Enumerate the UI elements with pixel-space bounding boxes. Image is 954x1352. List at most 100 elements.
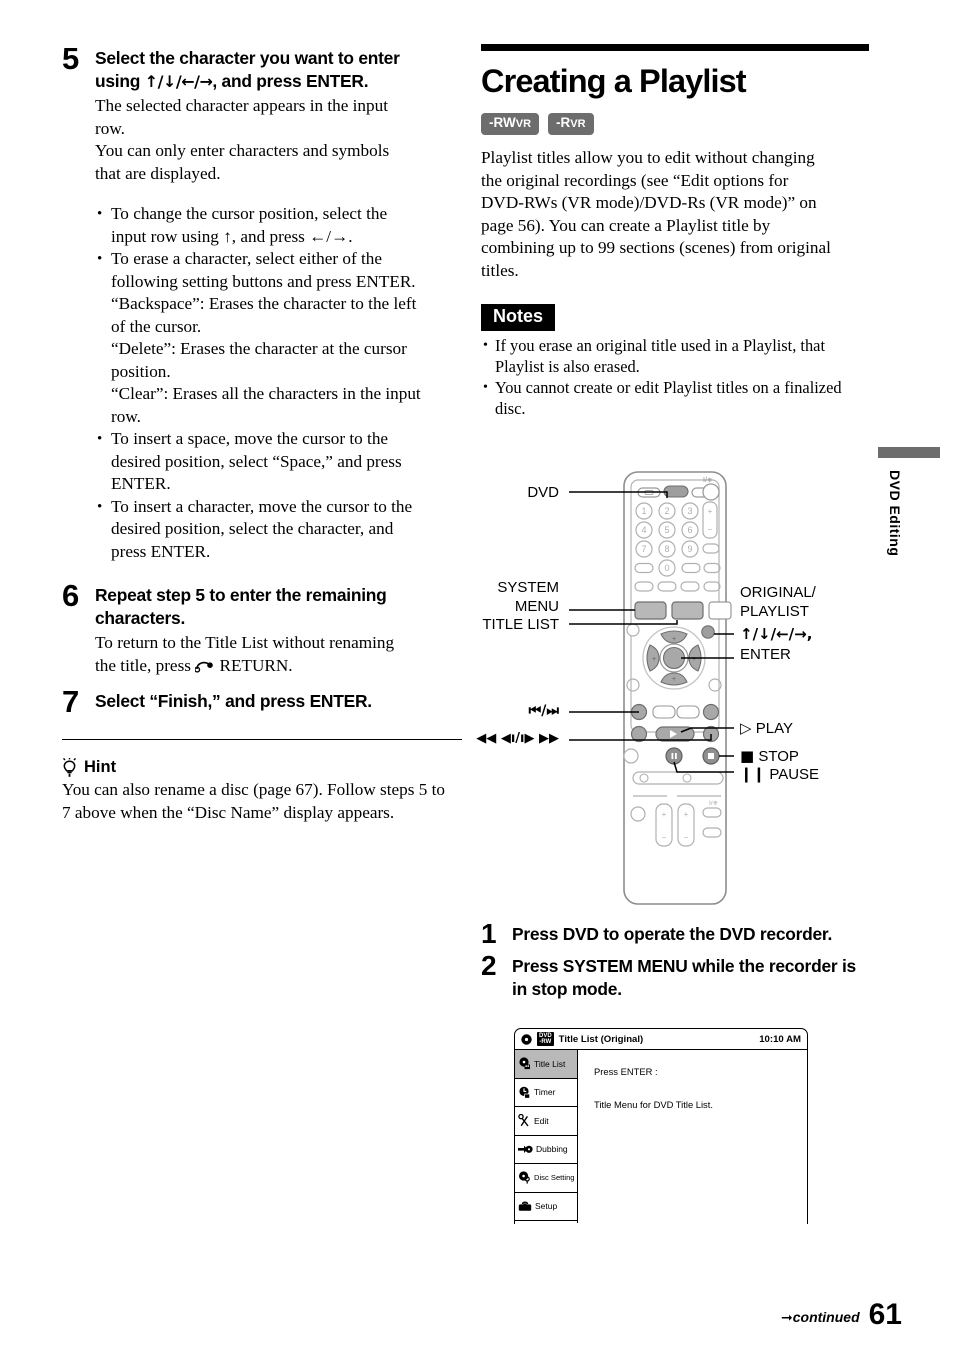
svg-text:2: 2 [664, 506, 669, 516]
step-number: 7 [62, 684, 79, 719]
svg-text:3: 3 [687, 506, 692, 516]
tv-menu-label: Title List [534, 1058, 566, 1069]
hint-label: Hint [84, 758, 117, 776]
step-title-line2: characters. [95, 608, 186, 628]
disc-type-badge: DVD -RW [537, 1031, 554, 1047]
remote-illustration: I/⎈ 123 456 789 0 + − ++ + + + − + − I/⎈ [569, 471, 734, 905]
clock-icon [519, 1086, 530, 1099]
continued-text: continued [792, 1309, 860, 1325]
badge-main: -RW [489, 115, 516, 130]
tv-prompt-line-2: Title Menu for DVD Title List. [594, 1099, 713, 1110]
callout-pause: ❙❙ PAUSE [740, 765, 819, 784]
svg-text:1: 1 [641, 506, 646, 516]
step-body: Select “Finish,” and press ENTER. [95, 687, 462, 713]
return-icon [194, 661, 214, 673]
hint-heading: Hint [62, 758, 462, 777]
svg-text:4: 4 [641, 525, 646, 535]
step-number: 1 [481, 918, 497, 949]
lightbulb-icon [62, 758, 77, 777]
callout-system: SYSTEM [497, 579, 559, 596]
desc-line: The selected character appears in the in… [95, 96, 388, 115]
hint-line: You can also rename a disc (page 67). Fo… [62, 780, 445, 799]
list-item: To insert a character, move the cursor t… [95, 496, 462, 564]
step-title-line1: Select the character you want to enter [95, 48, 400, 68]
disc-wrench-icon [519, 1171, 530, 1184]
callout-dvd: DVD [527, 484, 559, 501]
hint-line: 7 above when the “Disc Name” display app… [62, 802, 395, 822]
note-line: disc. [495, 399, 526, 418]
tv-menu-item-timer[interactable]: Timer [515, 1079, 577, 1107]
tv-menu-label: Dubbing [536, 1144, 568, 1155]
tv-menu-sidebar: Title List Timer Edit Dubbing Disc Setti… [515, 1050, 578, 1223]
step-2: 2 Press SYSTEM MENU while the recorder i… [481, 952, 881, 1001]
callout-play-label: PLAY [755, 720, 793, 737]
callout-stop: ■ STOP [740, 747, 799, 766]
badge-main: -R [556, 115, 571, 130]
left-column: 5 Select the character you want to enter… [62, 41, 462, 824]
tv-menu-item-disc-setting[interactable]: Disc Setting [515, 1164, 577, 1193]
direction-arrows-icon: ↑/↓/←/→ [144, 72, 213, 91]
hint-body: You can also rename a disc (page 67). Fo… [62, 779, 462, 824]
step-number: 2 [481, 950, 497, 981]
step-5-bullet-list: To change the cursor position, select th… [95, 203, 462, 563]
list-item: To change the cursor position, select th… [95, 203, 462, 248]
step-title: Repeat step 5 to enter the remaining cha… [95, 584, 462, 630]
disc-icon [521, 1033, 532, 1045]
tv-menu-item-dubbing[interactable]: Dubbing [515, 1136, 577, 1164]
callout-playlist: PLAYLIST [740, 603, 809, 620]
title-list-button [671, 601, 704, 620]
svg-text:+: + [652, 656, 656, 663]
tv-menu-label: Timer [534, 1087, 556, 1098]
callout-play: ▷ PLAY [740, 719, 793, 738]
notes-label: Notes [481, 304, 556, 331]
step-number: 5 [62, 41, 79, 76]
tv-menu-label: Setup [535, 1201, 558, 1212]
svg-text:5: 5 [664, 525, 669, 535]
note-line: Playlist is also erased. [495, 357, 640, 376]
step-body: Select the character you want to enter u… [95, 44, 462, 563]
tv-title-bar: DVD -RW Title List (Original) 10:10 AM [515, 1029, 807, 1050]
disc-format-badges: -RW VR -R VR [481, 113, 871, 135]
intro-line: combining up to 99 sections (scenes) fro… [481, 238, 831, 257]
continued-label: ➞continued [781, 1309, 860, 1330]
right-column: Creating a Playlist -RW VR -R VR Playlist … [481, 44, 871, 419]
divider [62, 739, 462, 740]
notes-list: If you erase an original title used in a… [481, 335, 871, 419]
tv-menu-label: Edit [534, 1115, 549, 1126]
intro-line: Playlist titles allow you to edit withou… [481, 148, 815, 167]
step-1: 1 Press DVD to operate the DVD recorder. [481, 920, 881, 948]
status-badge: -R VR [548, 113, 594, 135]
page-footer: ➞continued 61 [781, 1300, 902, 1330]
step-title: Press SYSTEM MENU while the recorder is … [512, 952, 856, 1001]
bullet-line: press ENTER. [111, 541, 211, 561]
svg-text:6: 6 [687, 525, 692, 535]
step-title: Press DVD to operate the DVD recorder. [512, 920, 832, 946]
step-title: Select “Finish,” and press ENTER. [95, 691, 372, 711]
tv-menu-item-setup[interactable]: Setup [515, 1193, 577, 1221]
dubbing-arrow-icon [518, 1145, 533, 1153]
svg-text:8: 8 [664, 544, 669, 554]
scissors-icon [518, 1114, 529, 1127]
bullet-line: “Backspace”: Erases the character to the… [111, 294, 417, 313]
step-body: Repeat step 5 to enter the remaining cha… [95, 581, 462, 677]
svg-text:−: − [708, 525, 713, 534]
list-item: If you erase an original title used in a… [481, 335, 871, 377]
tv-menu-item-title-list[interactable]: Title List [515, 1050, 577, 1079]
callout-dpad-arrows-icon: ↑/↓/←/→, [740, 625, 813, 643]
svg-text:+: + [672, 636, 676, 643]
svg-text:9: 9 [687, 544, 692, 554]
bullet-line: “Clear”: Erases all the characters in th… [111, 384, 421, 403]
step-5: 5 Select the character you want to enter… [62, 41, 462, 563]
intro-line: DVD-RWs (VR mode)/DVD-Rs (VR mode)” on [481, 193, 817, 212]
step-title: Select the character you want to enter u… [95, 47, 462, 93]
tv-menu-item-edit[interactable]: Edit [515, 1107, 577, 1136]
note-line: If you erase an original title used in a… [495, 336, 826, 355]
section-rule [481, 44, 869, 51]
bullet-line: To insert a space, move the cursor to th… [111, 429, 389, 448]
list-item: To insert a space, move the cursor to th… [95, 428, 462, 496]
callout-original: ORIGINAL/ [740, 584, 816, 601]
step-description: To return to the Title List without rena… [95, 632, 462, 677]
step-7: 7 Select “Finish,” and press ENTER. [62, 684, 462, 719]
bullet-line: desired position, select “Space,” and pr… [111, 451, 402, 471]
list-item: To erase a character, select either of t… [95, 248, 462, 428]
